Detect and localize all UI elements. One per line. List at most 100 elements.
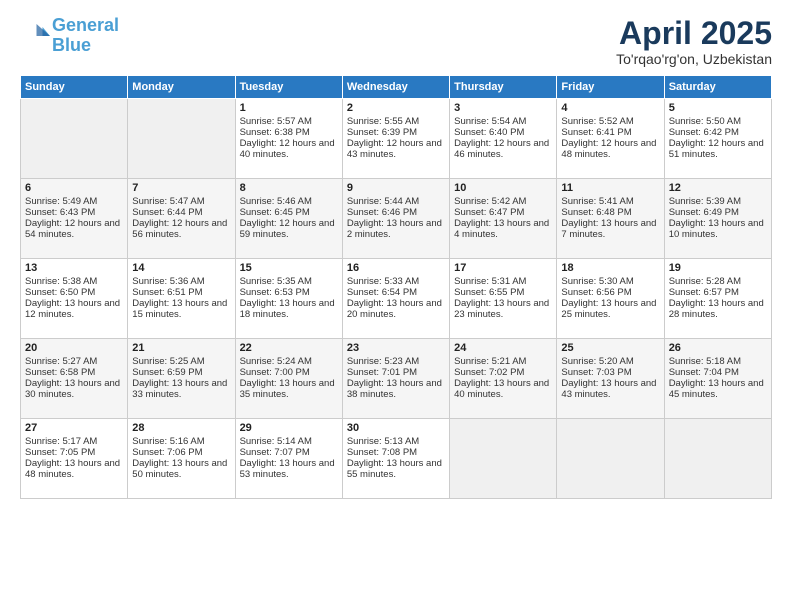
logo: General Blue xyxy=(20,16,119,56)
day-number: 9 xyxy=(347,182,445,194)
day-number: 12 xyxy=(669,182,767,194)
calendar-cell: 21Sunrise: 5:25 AMSunset: 6:59 PMDayligh… xyxy=(128,339,235,419)
sunset-text: Sunset: 6:39 PM xyxy=(347,127,417,138)
daylight-text: Daylight: 13 hours and 38 minutes. xyxy=(347,378,442,400)
calendar-cell: 3Sunrise: 5:54 AMSunset: 6:40 PMDaylight… xyxy=(450,99,557,179)
sunset-text: Sunset: 6:50 PM xyxy=(25,287,95,298)
sunset-text: Sunset: 6:55 PM xyxy=(454,287,524,298)
sunrise-text: Sunrise: 5:33 AM xyxy=(347,276,419,287)
daylight-text: Daylight: 12 hours and 59 minutes. xyxy=(240,218,335,240)
logo-icon xyxy=(20,21,50,51)
daylight-text: Daylight: 12 hours and 48 minutes. xyxy=(561,138,656,160)
daylight-text: Daylight: 13 hours and 18 minutes. xyxy=(240,298,335,320)
day-number: 19 xyxy=(669,262,767,274)
weekday-header: Wednesday xyxy=(342,76,449,99)
day-number: 29 xyxy=(240,422,338,434)
sunrise-text: Sunrise: 5:50 AM xyxy=(669,116,741,127)
daylight-text: Daylight: 13 hours and 43 minutes. xyxy=(561,378,656,400)
daylight-text: Daylight: 13 hours and 2 minutes. xyxy=(347,218,442,240)
sunrise-text: Sunrise: 5:49 AM xyxy=(25,196,97,207)
calendar-cell: 6 Sunrise: 5:49 AMSunset: 6:43 PMDaylight… xyxy=(21,179,128,259)
daylight-text: Daylight: 12 hours and 56 minutes. xyxy=(132,218,227,240)
sunrise-text: Sunrise: 5:46 AM xyxy=(240,196,312,207)
daylight-text: Daylight: 13 hours and 12 minutes. xyxy=(25,298,120,320)
logo-line2: Blue xyxy=(52,35,91,55)
sunrise-text: Sunrise: 5:24 AM xyxy=(240,356,312,367)
daylight-text: Daylight: 13 hours and 30 minutes. xyxy=(25,378,120,400)
day-number: 1 xyxy=(240,102,338,114)
sunset-text: Sunset: 7:04 PM xyxy=(669,367,739,378)
daylight-text: Daylight: 13 hours and 7 minutes. xyxy=(561,218,656,240)
day-number: 7 xyxy=(132,182,230,194)
calendar-cell: 20Sunrise: 5:27 AMSunset: 6:58 PMDayligh… xyxy=(21,339,128,419)
calendar-cell: 29Sunrise: 5:14 AMSunset: 7:07 PMDayligh… xyxy=(235,419,342,499)
calendar-cell: 18Sunrise: 5:30 AMSunset: 6:56 PMDayligh… xyxy=(557,259,664,339)
day-number: 11 xyxy=(561,182,659,194)
calendar-cell: 26Sunrise: 5:18 AMSunset: 7:04 PMDayligh… xyxy=(664,339,771,419)
sunrise-text: Sunrise: 5:14 AM xyxy=(240,436,312,447)
month-title: April 2025 xyxy=(616,16,772,51)
sunset-text: Sunset: 7:03 PM xyxy=(561,367,631,378)
day-number: 21 xyxy=(132,342,230,354)
sunset-text: Sunset: 6:53 PM xyxy=(240,287,310,298)
weekday-header: Saturday xyxy=(664,76,771,99)
sunset-text: Sunset: 6:43 PM xyxy=(25,207,95,218)
day-number: 20 xyxy=(25,342,123,354)
logo-line1: General xyxy=(52,15,119,35)
sunrise-text: Sunrise: 5:44 AM xyxy=(347,196,419,207)
sunset-text: Sunset: 6:59 PM xyxy=(132,367,202,378)
sunrise-text: Sunrise: 5:39 AM xyxy=(669,196,741,207)
sunset-text: Sunset: 6:44 PM xyxy=(132,207,202,218)
sunrise-text: Sunrise: 5:47 AM xyxy=(132,196,204,207)
sunrise-text: Sunrise: 5:28 AM xyxy=(669,276,741,287)
calendar-cell: 4Sunrise: 5:52 AMSunset: 6:41 PMDaylight… xyxy=(557,99,664,179)
calendar-cell xyxy=(450,419,557,499)
calendar-week-row: 27Sunrise: 5:17 AMSunset: 7:05 PMDayligh… xyxy=(21,419,772,499)
calendar-cell: 17Sunrise: 5:31 AMSunset: 6:55 PMDayligh… xyxy=(450,259,557,339)
weekday-header: Sunday xyxy=(21,76,128,99)
sunset-text: Sunset: 6:38 PM xyxy=(240,127,310,138)
day-number: 6 xyxy=(25,182,123,194)
daylight-text: Daylight: 13 hours and 33 minutes. xyxy=(132,378,227,400)
day-number: 26 xyxy=(669,342,767,354)
calendar-cell: 22Sunrise: 5:24 AMSunset: 7:00 PMDayligh… xyxy=(235,339,342,419)
daylight-text: Daylight: 12 hours and 51 minutes. xyxy=(669,138,764,160)
calendar-cell xyxy=(664,419,771,499)
daylight-text: Daylight: 13 hours and 4 minutes. xyxy=(454,218,549,240)
daylight-text: Daylight: 13 hours and 23 minutes. xyxy=(454,298,549,320)
day-number: 14 xyxy=(132,262,230,274)
sunset-text: Sunset: 6:51 PM xyxy=(132,287,202,298)
calendar-cell: 11Sunrise: 5:41 AMSunset: 6:48 PMDayligh… xyxy=(557,179,664,259)
calendar-cell: 28Sunrise: 5:16 AMSunset: 7:06 PMDayligh… xyxy=(128,419,235,499)
day-number: 4 xyxy=(561,102,659,114)
sunrise-text: Sunrise: 5:54 AM xyxy=(454,116,526,127)
daylight-text: Daylight: 13 hours and 25 minutes. xyxy=(561,298,656,320)
daylight-text: Daylight: 12 hours and 54 minutes. xyxy=(25,218,120,240)
calendar-cell: 9Sunrise: 5:44 AMSunset: 6:46 PMDaylight… xyxy=(342,179,449,259)
sunset-text: Sunset: 7:02 PM xyxy=(454,367,524,378)
calendar-cell: 25Sunrise: 5:20 AMSunset: 7:03 PMDayligh… xyxy=(557,339,664,419)
day-number: 27 xyxy=(25,422,123,434)
calendar-week-row: 20Sunrise: 5:27 AMSunset: 6:58 PMDayligh… xyxy=(21,339,772,419)
sunrise-text: Sunrise: 5:21 AM xyxy=(454,356,526,367)
sunset-text: Sunset: 6:58 PM xyxy=(25,367,95,378)
day-number: 8 xyxy=(240,182,338,194)
calendar-cell xyxy=(21,99,128,179)
daylight-text: Daylight: 13 hours and 45 minutes. xyxy=(669,378,764,400)
calendar-cell: 16Sunrise: 5:33 AMSunset: 6:54 PMDayligh… xyxy=(342,259,449,339)
sunset-text: Sunset: 7:01 PM xyxy=(347,367,417,378)
sunset-text: Sunset: 7:00 PM xyxy=(240,367,310,378)
sunset-text: Sunset: 6:42 PM xyxy=(669,127,739,138)
sunrise-text: Sunrise: 5:16 AM xyxy=(132,436,204,447)
sunrise-text: Sunrise: 5:55 AM xyxy=(347,116,419,127)
sunset-text: Sunset: 6:48 PM xyxy=(561,207,631,218)
day-number: 3 xyxy=(454,102,552,114)
calendar-cell: 13Sunrise: 5:38 AMSunset: 6:50 PMDayligh… xyxy=(21,259,128,339)
weekday-header: Monday xyxy=(128,76,235,99)
day-number: 10 xyxy=(454,182,552,194)
logo-text: General Blue xyxy=(52,16,119,56)
day-number: 17 xyxy=(454,262,552,274)
sunrise-text: Sunrise: 5:35 AM xyxy=(240,276,312,287)
daylight-text: Daylight: 13 hours and 28 minutes. xyxy=(669,298,764,320)
sunset-text: Sunset: 7:06 PM xyxy=(132,447,202,458)
